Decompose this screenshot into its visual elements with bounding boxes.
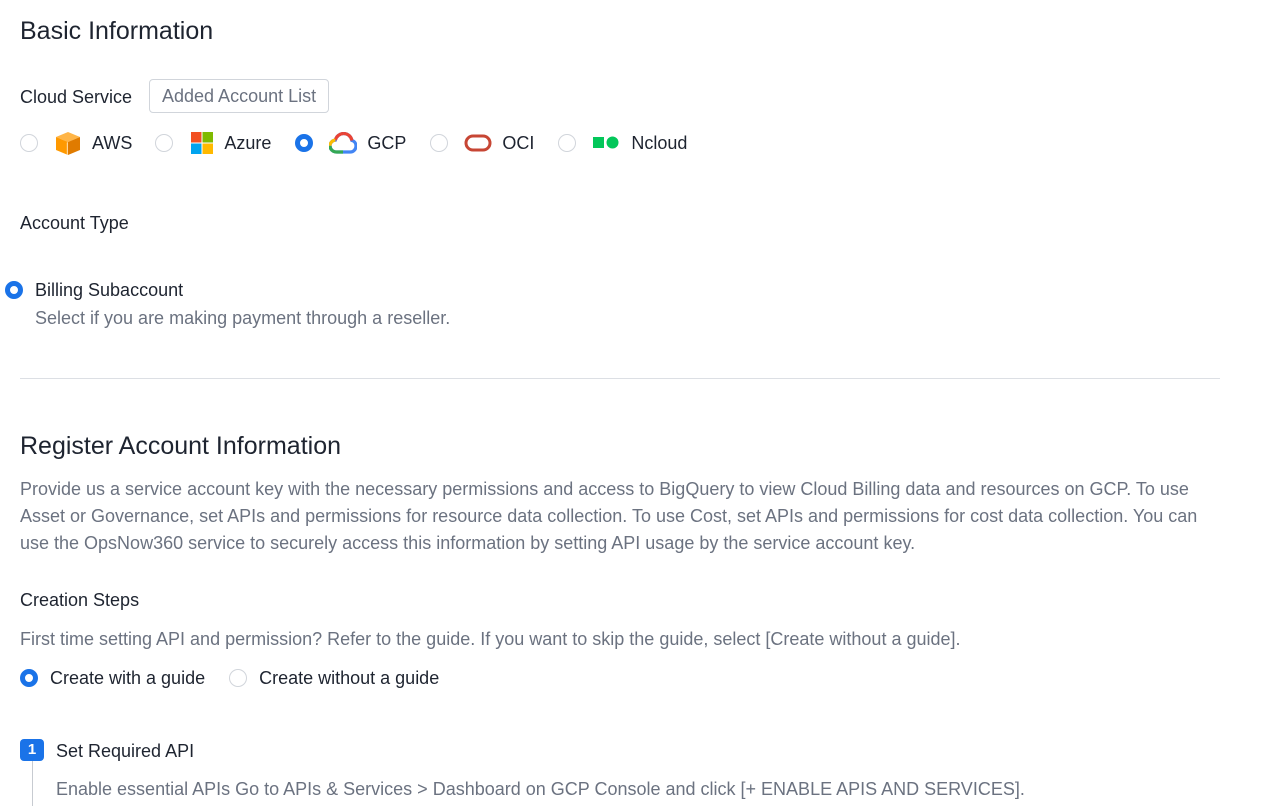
provider-label-azure: Azure	[224, 133, 272, 153]
creation-steps-desc: First time setting API and permission? R…	[20, 629, 961, 649]
account-type-label: Account Type	[20, 213, 129, 233]
step-connector-line	[32, 761, 33, 806]
account-type-option[interactable]: Billing Subaccount	[5, 277, 183, 303]
radio-create-with-guide[interactable]	[20, 669, 38, 687]
provider-option-ncloud[interactable]: Ncloud	[558, 130, 687, 156]
provider-option-azure[interactable]: Azure	[155, 130, 271, 156]
provider-label-gcp: GCP	[367, 133, 407, 153]
gcp-cloud-icon	[329, 130, 358, 156]
step-1-badge: 1	[20, 739, 44, 761]
register-description: Provide us a service account key with th…	[20, 479, 1198, 553]
ncloud-icon	[592, 130, 620, 156]
radio-oci[interactable]	[430, 134, 449, 152]
cloud-provider-radio-group: AWS Azure GCP OCI Ncloud	[20, 130, 687, 156]
provider-label-ncloud: Ncloud	[631, 133, 688, 153]
radio-ncloud[interactable]	[558, 134, 577, 152]
radio-aws[interactable]	[20, 134, 38, 152]
section-divider	[20, 378, 1220, 379]
create-without-guide-label: Create without a guide	[259, 668, 440, 688]
register-account-title: Register Account Information	[20, 432, 341, 460]
radio-billing-subaccount[interactable]	[5, 281, 23, 299]
provider-option-oci[interactable]: OCI	[430, 130, 534, 156]
creation-mode-radio-group: Create with a guide Create without a gui…	[20, 665, 439, 691]
page: Basic Information Cloud Service Added Ac…	[0, 0, 1264, 806]
step-1-title: Set Required API	[56, 741, 195, 761]
provider-option-aws[interactable]: AWS	[20, 130, 132, 156]
added-account-list-button[interactable]: Added Account List	[149, 79, 330, 113]
basic-information-title: Basic Information	[20, 17, 214, 45]
creation-steps-label: Creation Steps	[20, 590, 140, 610]
provider-label-aws: AWS	[92, 133, 133, 153]
azure-windows-icon	[189, 130, 215, 156]
radio-azure[interactable]	[155, 134, 174, 152]
provider-option-gcp[interactable]: GCP	[295, 130, 406, 156]
cloud-service-label: Cloud Service	[20, 87, 133, 107]
step-1-desc: Enable essential APIs Go to APIs & Servi…	[56, 779, 1025, 799]
radio-create-without-guide[interactable]	[229, 669, 248, 687]
billing-subaccount-label: Billing Subaccount	[35, 280, 184, 300]
aws-cube-icon	[54, 130, 82, 156]
billing-subaccount-desc: Select if you are making payment through…	[35, 308, 451, 328]
create-with-guide-label: Create with a guide	[50, 668, 206, 688]
option-create-without-guide[interactable]: Create without a guide	[229, 666, 439, 690]
radio-gcp[interactable]	[295, 134, 314, 152]
provider-label-oci: OCI	[502, 133, 535, 153]
option-create-with-guide[interactable]: Create with a guide	[20, 666, 205, 690]
oci-oracle-icon	[464, 130, 492, 156]
